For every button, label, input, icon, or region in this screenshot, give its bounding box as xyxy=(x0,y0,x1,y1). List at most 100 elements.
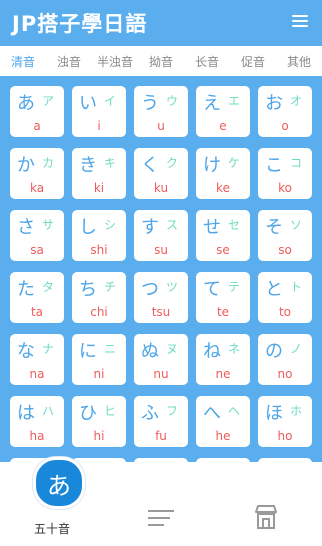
kana-card-ki[interactable]: きキ ki xyxy=(72,148,126,199)
hiragana-char: か xyxy=(17,155,35,176)
kana-card-i[interactable]: いイi xyxy=(72,86,126,137)
kana-card-na[interactable]: なナ na xyxy=(10,334,64,385)
romaji-label: ne xyxy=(215,367,231,381)
hiragana-char: ぬ xyxy=(141,341,159,362)
kana-card-e[interactable]: えエe xyxy=(196,86,250,137)
hiragana-char: な xyxy=(17,341,35,362)
romaji-label: o xyxy=(281,119,289,133)
hamburger-menu-icon[interactable] xyxy=(292,15,308,27)
kana-card-a[interactable]: あアa xyxy=(10,86,64,137)
kana-card-shi[interactable]: しシ shi xyxy=(72,210,126,261)
kana-card-chi[interactable]: ちチ chi xyxy=(72,272,126,323)
romaji-label: ka xyxy=(29,181,45,195)
kana-card-se[interactable]: せセ se xyxy=(196,210,250,261)
romaji-label: to xyxy=(278,305,292,319)
kana-card-ke[interactable]: けケ ke xyxy=(196,148,250,199)
kana-card-he[interactable]: へヘ he xyxy=(196,396,250,447)
kana-card-fu[interactable]: ふフ fu xyxy=(134,396,188,447)
tab-sokuon[interactable]: 促音 xyxy=(230,53,276,70)
gojuon-nav-label: 五十音 xyxy=(34,522,71,536)
hiragana-char: そ xyxy=(265,217,283,238)
romaji-label: i xyxy=(97,119,101,133)
hiragana-char: ね xyxy=(203,341,221,362)
hiragana-char: け xyxy=(203,155,221,176)
romaji-label: ko xyxy=(278,181,292,195)
katakana-char: シ xyxy=(104,218,117,232)
tab-youon[interactable]: 拗音 xyxy=(138,53,184,70)
katakana-char: エ xyxy=(228,94,241,108)
tab-chouon[interactable]: 长音 xyxy=(184,53,230,70)
kana-card-so[interactable]: そソ so xyxy=(258,210,312,261)
katakana-char: ウ xyxy=(166,94,179,108)
kana-card-ta[interactable]: たタ ta xyxy=(10,272,64,323)
gojuon-nav-button[interactable]: あ xyxy=(33,457,85,509)
hiragana-char: く xyxy=(141,155,159,176)
kana-card-u[interactable]: うウu xyxy=(134,86,188,137)
romaji-label: u xyxy=(157,119,165,133)
katakana-char: ク xyxy=(166,156,179,170)
romaji-label: ke xyxy=(216,181,230,195)
kana-card-ha[interactable]: はハ ha xyxy=(10,396,64,447)
kana-card-no[interactable]: のノ no xyxy=(258,334,312,385)
kana-card-te[interactable]: てテ te xyxy=(196,272,250,323)
kana-card-tsu[interactable]: つツ tsu xyxy=(134,272,188,323)
romaji-label: a xyxy=(33,119,41,133)
tab-other[interactable]: 其他 xyxy=(276,53,322,70)
hiragana-char: ひ xyxy=(79,403,97,424)
romaji-label: shi xyxy=(90,243,108,257)
hiragana-char: こ xyxy=(265,155,283,176)
katakana-char: ケ xyxy=(228,156,241,170)
katakana-char: ヘ xyxy=(228,404,241,418)
kana-card-hi[interactable]: ひヒ hi xyxy=(72,396,126,447)
hiragana-char: の xyxy=(265,341,283,362)
kana-card-to[interactable]: とト to xyxy=(258,272,312,323)
hiragana-a-icon: あ xyxy=(47,471,71,500)
katakana-char: キ xyxy=(104,156,117,170)
hiragana-char: て xyxy=(203,279,221,300)
romaji-label: e xyxy=(219,119,227,133)
romaji-label: ho xyxy=(277,429,293,443)
katakana-char: ヌ xyxy=(166,342,179,356)
bottom-navigation: あ 五十音 xyxy=(0,457,322,546)
katakana-char: タ xyxy=(42,280,55,294)
kana-card-nu[interactable]: ぬヌ nu xyxy=(134,334,188,385)
hiragana-char: と xyxy=(265,279,283,300)
tab-seion[interactable]: 清音 xyxy=(0,53,46,70)
romaji-label: ku xyxy=(153,181,169,195)
romaji-label: na xyxy=(29,367,45,381)
kana-card-ho[interactable]: ほホ ho xyxy=(258,396,312,447)
kana-card-ni[interactable]: にニ ni xyxy=(72,334,126,385)
romaji-label: su xyxy=(154,243,168,257)
katakana-char: フ xyxy=(166,404,179,418)
kana-card-ne[interactable]: ねネ ne xyxy=(196,334,250,385)
katakana-char: コ xyxy=(290,156,303,170)
kana-card-o[interactable]: おオo xyxy=(258,86,312,137)
romaji-label: chi xyxy=(90,305,108,319)
katakana-char: ト xyxy=(290,280,303,294)
kana-card-ka[interactable]: かカ ka xyxy=(10,148,64,199)
romaji-label: ta xyxy=(30,305,44,319)
list-icon[interactable] xyxy=(148,510,174,528)
kana-card-ko[interactable]: こコ ko xyxy=(258,148,312,199)
tab-handakuon[interactable]: 半浊音 xyxy=(92,53,138,70)
hiragana-char: ほ xyxy=(265,403,283,424)
hiragana-char: ち xyxy=(79,279,97,300)
kana-card-ku[interactable]: くク ku xyxy=(134,148,188,199)
hiragana-char: ふ xyxy=(141,403,159,424)
kana-card-su[interactable]: すス su xyxy=(134,210,188,261)
romaji-label: no xyxy=(277,367,293,381)
romaji-label: he xyxy=(215,429,231,443)
kana-grid: あア a いイ i うウ u えエ e おオ o かカ ka きキ ki くク ku けケ ke こコ ko さサ sa し… xyxy=(0,76,322,462)
romaji-label: tsu xyxy=(151,305,171,319)
hiragana-char: へ xyxy=(203,403,221,424)
romaji-label: se xyxy=(216,243,230,257)
katakana-char: ツ xyxy=(166,280,179,294)
kana-card-sa[interactable]: さサ sa xyxy=(10,210,64,261)
hiragana-char: え xyxy=(203,93,221,114)
katakana-char: ソ xyxy=(290,218,303,232)
katakana-char: ナ xyxy=(42,342,55,356)
store-icon[interactable] xyxy=(254,504,278,530)
katakana-char: チ xyxy=(104,280,117,294)
hiragana-char: は xyxy=(17,403,35,424)
tab-dakuon[interactable]: 浊音 xyxy=(46,53,92,70)
